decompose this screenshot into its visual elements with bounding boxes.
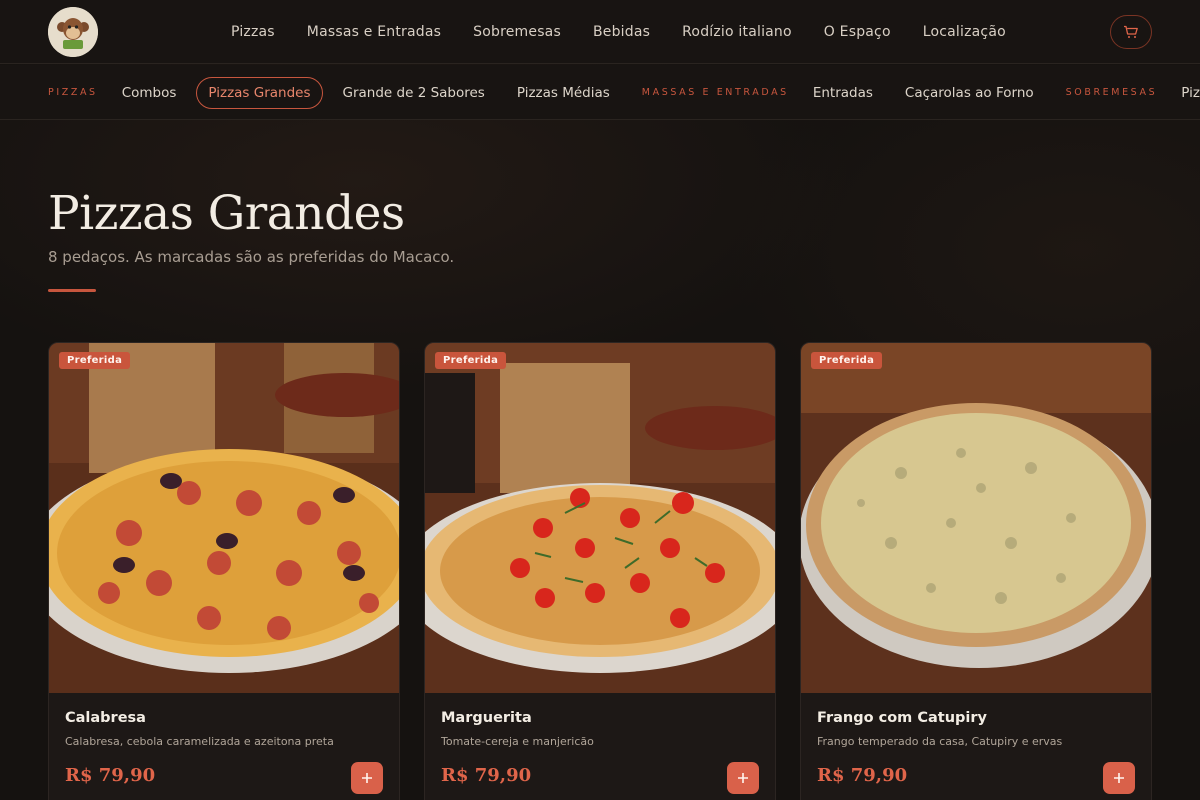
product-description: Frango temperado da casa, Catupiry e erv…: [817, 735, 1063, 748]
page-title: Pizzas Grandes: [48, 186, 405, 241]
nav-localizacao[interactable]: Localização: [923, 24, 1006, 40]
category-section-pizzas: PIZZAS: [48, 87, 98, 98]
monkey-logo-icon: [48, 7, 98, 57]
product-image: Preferida: [801, 343, 1151, 693]
nav-pizzas[interactable]: Pizzas: [231, 24, 275, 40]
category-grande-2-sabores[interactable]: Grande de 2 Sabores: [343, 85, 485, 101]
product-image: Preferida: [425, 343, 775, 693]
top-navbar: Pizzas Massas e Entradas Sobremesas Bebi…: [0, 0, 1200, 64]
page-subtitle: 8 pedaços. As marcadas são as preferidas…: [48, 248, 455, 266]
cart-button[interactable]: [1110, 15, 1152, 49]
category-section-sobremesas: SOBREMESAS: [1065, 87, 1158, 98]
add-to-cart-button[interactable]: [351, 762, 383, 794]
nav-bebidas[interactable]: Bebidas: [593, 24, 650, 40]
cart-icon: [1124, 25, 1138, 38]
category-entradas[interactable]: Entradas: [813, 85, 873, 101]
nav-sobremesas[interactable]: Sobremesas: [473, 24, 561, 40]
nav-rodizio-italiano[interactable]: Rodízio italiano: [682, 24, 792, 40]
category-pizzas-grandes[interactable]: Pizzas Grandes: [196, 76, 323, 109]
pizza-calabresa-image: [49, 343, 399, 693]
product-image: Preferida: [49, 343, 399, 693]
category-combos[interactable]: Combos: [122, 85, 177, 101]
title-divider: [48, 289, 96, 292]
product-price: R$ 79,90: [441, 765, 532, 786]
nav-massas-entradas[interactable]: Massas e Entradas: [307, 24, 441, 40]
nav-o-espaco[interactable]: O Espaço: [824, 24, 891, 40]
product-price: R$ 79,90: [817, 765, 908, 786]
category-bar: PIZZAS Combos Pizzas Grandes Grande de 2…: [0, 65, 1200, 120]
add-to-cart-button[interactable]: [727, 762, 759, 794]
product-name: Marguerita: [441, 710, 532, 726]
product-card[interactable]: Preferida Frango com Catupiry Frango tem…: [800, 342, 1152, 800]
pizza-frango-catupiry-image: [801, 343, 1151, 693]
category-pizzas-medias[interactable]: Pizzas Médias: [517, 85, 610, 101]
category-section-massas: MASSAS E ENTRADAS: [641, 87, 789, 98]
category-cacarolas[interactable]: Caçarolas ao Forno: [905, 85, 1034, 101]
category-pizzas-doces[interactable]: Pizzas Doces: [1181, 85, 1200, 101]
preferida-badge: Preferida: [435, 352, 507, 369]
product-name: Frango com Catupiry: [817, 710, 987, 726]
plus-icon: [362, 773, 372, 783]
plus-icon: [738, 773, 748, 783]
pizza-marguerita-image: [425, 343, 775, 693]
product-description: Tomate-cereja e manjericão: [441, 735, 594, 748]
product-card[interactable]: Preferida Marguerita Tomate-cereja e man…: [424, 342, 776, 800]
product-description: Calabresa, cebola caramelizada e azeiton…: [65, 735, 334, 748]
add-to-cart-button[interactable]: [1103, 762, 1135, 794]
product-price: R$ 79,90: [65, 765, 156, 786]
preferida-badge: Preferida: [59, 352, 131, 369]
brand-logo[interactable]: [48, 7, 98, 57]
product-card[interactable]: Preferida Calabresa Calabresa, cebola ca…: [48, 342, 400, 800]
category-row: PIZZAS Combos Pizzas Grandes Grande de 2…: [48, 65, 1200, 119]
main-nav: Pizzas Massas e Entradas Sobremesas Bebi…: [231, 0, 1038, 64]
preferida-badge: Preferida: [811, 352, 883, 369]
product-name: Calabresa: [65, 710, 146, 726]
plus-icon: [1114, 773, 1124, 783]
